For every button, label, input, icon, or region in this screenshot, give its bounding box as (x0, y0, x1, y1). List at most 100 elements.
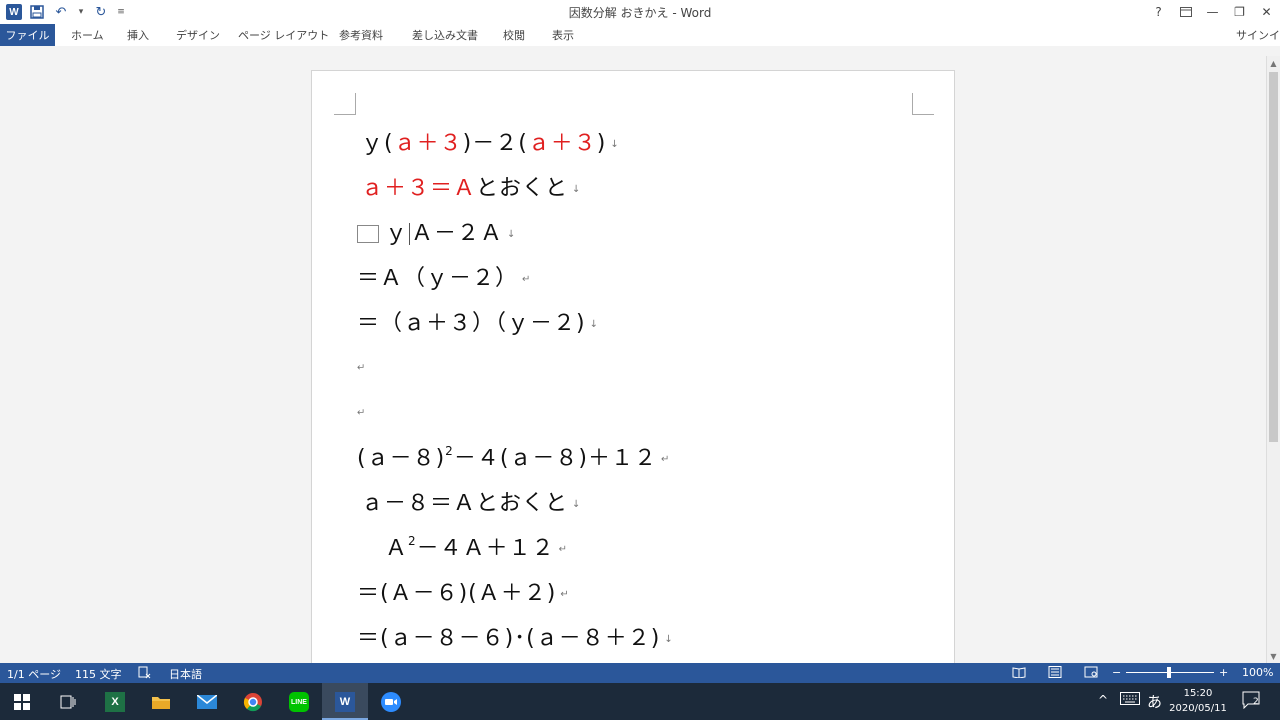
margin-corner-top-right (912, 93, 934, 115)
paragraph-mark: ↵ (522, 273, 532, 285)
doc-text: とおくと (476, 176, 569, 201)
close-button[interactable]: ✕ (1253, 0, 1280, 24)
windows-taskbar: X LINE W ^ あ 15:20 2020/05/11 2 (0, 683, 1280, 720)
paragraph-mark: ↵ (357, 362, 367, 374)
doc-text-red: ａ＋３ (393, 131, 463, 156)
mail-icon[interactable] (194, 689, 220, 715)
doc-text: ＝(Ａ－６)(Ａ＋２) (357, 581, 557, 606)
doc-text: ) (596, 131, 607, 156)
document-workspace: ｙ(ａ＋３)－２(ａ＋３) ↓ ａ＋３＝Ａとおくと ↓ ｙ Ａ－２Ａ ↓ ＝Ａ（ｙ－２）… (0, 46, 1266, 663)
proofing-icon[interactable] (138, 666, 152, 682)
checkbox-shape[interactable] (357, 225, 379, 243)
zoom-slider-thumb[interactable] (1167, 667, 1171, 678)
file-explorer-icon[interactable] (148, 689, 174, 715)
line-break-mark: ↓ (610, 138, 620, 150)
zoom-level[interactable]: 100% (1242, 666, 1273, 679)
document-title: 因数分解 おきかえ - Word (568, 6, 712, 20)
windows-start-icon[interactable] (9, 689, 35, 715)
doc-text: Ａ－２Ａ (411, 221, 504, 246)
text-cursor (409, 223, 411, 245)
zoom-in-button[interactable]: + (1219, 666, 1228, 679)
doc-line-3[interactable]: ｙ Ａ－２Ａ ↓ (357, 215, 516, 247)
tab-file[interactable]: ファイル (0, 24, 55, 46)
vertical-scrollbar[interactable]: ▲ ▼ (1266, 56, 1280, 663)
clock-time: 15:20 (1183, 688, 1213, 699)
line-break-mark: ↓ (507, 228, 517, 240)
line-break-mark: ↓ (664, 633, 674, 645)
ribbon-display-options-icon[interactable] (1172, 0, 1199, 24)
tab-home[interactable]: ホーム (67, 24, 108, 46)
doc-text: Ａ (385, 536, 409, 561)
doc-text-red: ａ＋３＝Ａ (361, 176, 477, 201)
doc-line-4[interactable]: ＝Ａ（ｙ－２） ↵ (357, 260, 531, 292)
zoom-out-button[interactable]: − (1112, 666, 1121, 679)
doc-text-red: ａ＋３ (527, 131, 597, 156)
scroll-down-icon[interactable]: ▼ (1267, 649, 1280, 663)
window-controls: ? — ❐ ✕ (1145, 0, 1280, 24)
status-bar: 1/1 ページ 115 文字 日本語 − + 100% (0, 663, 1280, 683)
system-clock[interactable]: 15:20 2020/05/11 (1168, 686, 1228, 716)
line-break-mark: ↓ (589, 318, 599, 330)
print-layout-icon[interactable] (1048, 666, 1062, 681)
excel-icon[interactable]: X (102, 689, 128, 715)
tab-design[interactable]: デザイン (172, 24, 224, 46)
line-break-mark: ↓ (572, 498, 582, 510)
doc-text: )－２( (462, 131, 528, 156)
superscript: 2 (445, 444, 454, 458)
doc-line-1[interactable]: ｙ(ａ＋３)－２(ａ＋３) ↓ (361, 125, 620, 157)
doc-line-5[interactable]: ＝（ａ＋３）（ｙ－２) ↓ (357, 305, 599, 337)
margin-corner-top-left (334, 93, 356, 115)
line-app-icon[interactable]: LINE (286, 689, 312, 715)
word-count[interactable]: 115 文字 (75, 666, 122, 682)
tab-insert[interactable]: 挿入 (123, 24, 153, 46)
help-button[interactable]: ? (1145, 0, 1172, 24)
zoom-app-icon[interactable] (378, 689, 404, 715)
language-indicator[interactable]: 日本語 (169, 666, 202, 682)
superscript: 2 (408, 534, 417, 548)
doc-text: ｙ( (361, 131, 394, 156)
paragraph-mark: ↵ (357, 407, 367, 419)
ime-mode[interactable]: あ (1147, 691, 1162, 712)
tab-references[interactable]: 参考資料 (335, 24, 387, 46)
task-view-icon[interactable] (55, 689, 81, 715)
notification-icon[interactable] (1242, 691, 1262, 712)
ribbon-tab-bar: ファイル ホーム 挿入 デザイン ページ レイアウト 参考資料 差し込み文書 校… (0, 24, 1280, 46)
notification-count: 2 (1253, 697, 1259, 707)
title-bar: W ↶ ▾ ↻ ≡ 因数分解 おきかえ - Word ? — ❐ ✕ (0, 0, 1280, 24)
web-layout-icon[interactable] (1084, 666, 1098, 681)
word-taskbar-icon[interactable]: W (332, 689, 358, 715)
scrollbar-thumb[interactable] (1269, 72, 1278, 442)
restore-button[interactable]: ❐ (1226, 0, 1253, 24)
doc-line-8[interactable]: (ａ－８)2－４(ａ－８)＋１２ ↵ (357, 440, 670, 472)
doc-text: －４Ａ＋１２ (416, 536, 555, 561)
paragraph-mark: ↵ (560, 588, 570, 600)
paragraph-mark: ↵ (558, 543, 569, 555)
show-hidden-icons-icon[interactable]: ^ (1098, 693, 1108, 707)
doc-text: (ａ－８) (357, 446, 446, 471)
tab-view[interactable]: 表示 (548, 24, 578, 46)
tab-page-layout[interactable]: ページ レイアウト (234, 24, 333, 46)
keyboard-icon[interactable] (1120, 692, 1140, 708)
scroll-up-icon[interactable]: ▲ (1267, 56, 1280, 70)
sign-in-link[interactable]: サインイン (1236, 27, 1280, 43)
doc-line-11[interactable]: ＝(Ａ－６)(Ａ＋２) ↵ (357, 575, 570, 607)
doc-text: ＝（ａ＋３）（ｙ－２) (357, 311, 586, 336)
minimize-button[interactable]: — (1199, 0, 1226, 24)
doc-text: －４(ａ－８)＋１２ (453, 446, 657, 471)
clock-date: 2020/05/11 (1169, 703, 1227, 714)
page-count[interactable]: 1/1 ページ (7, 666, 61, 682)
doc-line-12[interactable]: ＝(ａ－８－６)･(ａ－８＋２) ↓ (357, 620, 674, 652)
tab-mailings[interactable]: 差し込み文書 (408, 24, 482, 46)
chrome-icon[interactable] (240, 689, 266, 715)
doc-text: ａ－８＝Ａとおくと (361, 491, 569, 516)
document-page[interactable]: ｙ(ａ＋３)－２(ａ＋３) ↓ ａ＋３＝Ａとおくと ↓ ｙ Ａ－２Ａ ↓ ＝Ａ（ｙ－２）… (311, 70, 955, 663)
doc-text: ＝(ａ－８－６)･(ａ－８＋２) (357, 626, 661, 651)
read-mode-icon[interactable] (1012, 666, 1026, 681)
doc-line-10[interactable]: Ａ2－４Ａ＋１２ ↵ (385, 530, 568, 562)
doc-line-9[interactable]: ａ－８＝Ａとおくと ↓ (361, 485, 581, 517)
tab-review[interactable]: 校閲 (499, 24, 529, 46)
doc-line-6-empty[interactable]: ↵ (357, 355, 366, 380)
doc-text: ｙ (385, 221, 409, 246)
doc-line-7-empty[interactable]: ↵ (357, 400, 366, 425)
doc-line-2[interactable]: ａ＋３＝Ａとおくと ↓ (361, 170, 581, 202)
